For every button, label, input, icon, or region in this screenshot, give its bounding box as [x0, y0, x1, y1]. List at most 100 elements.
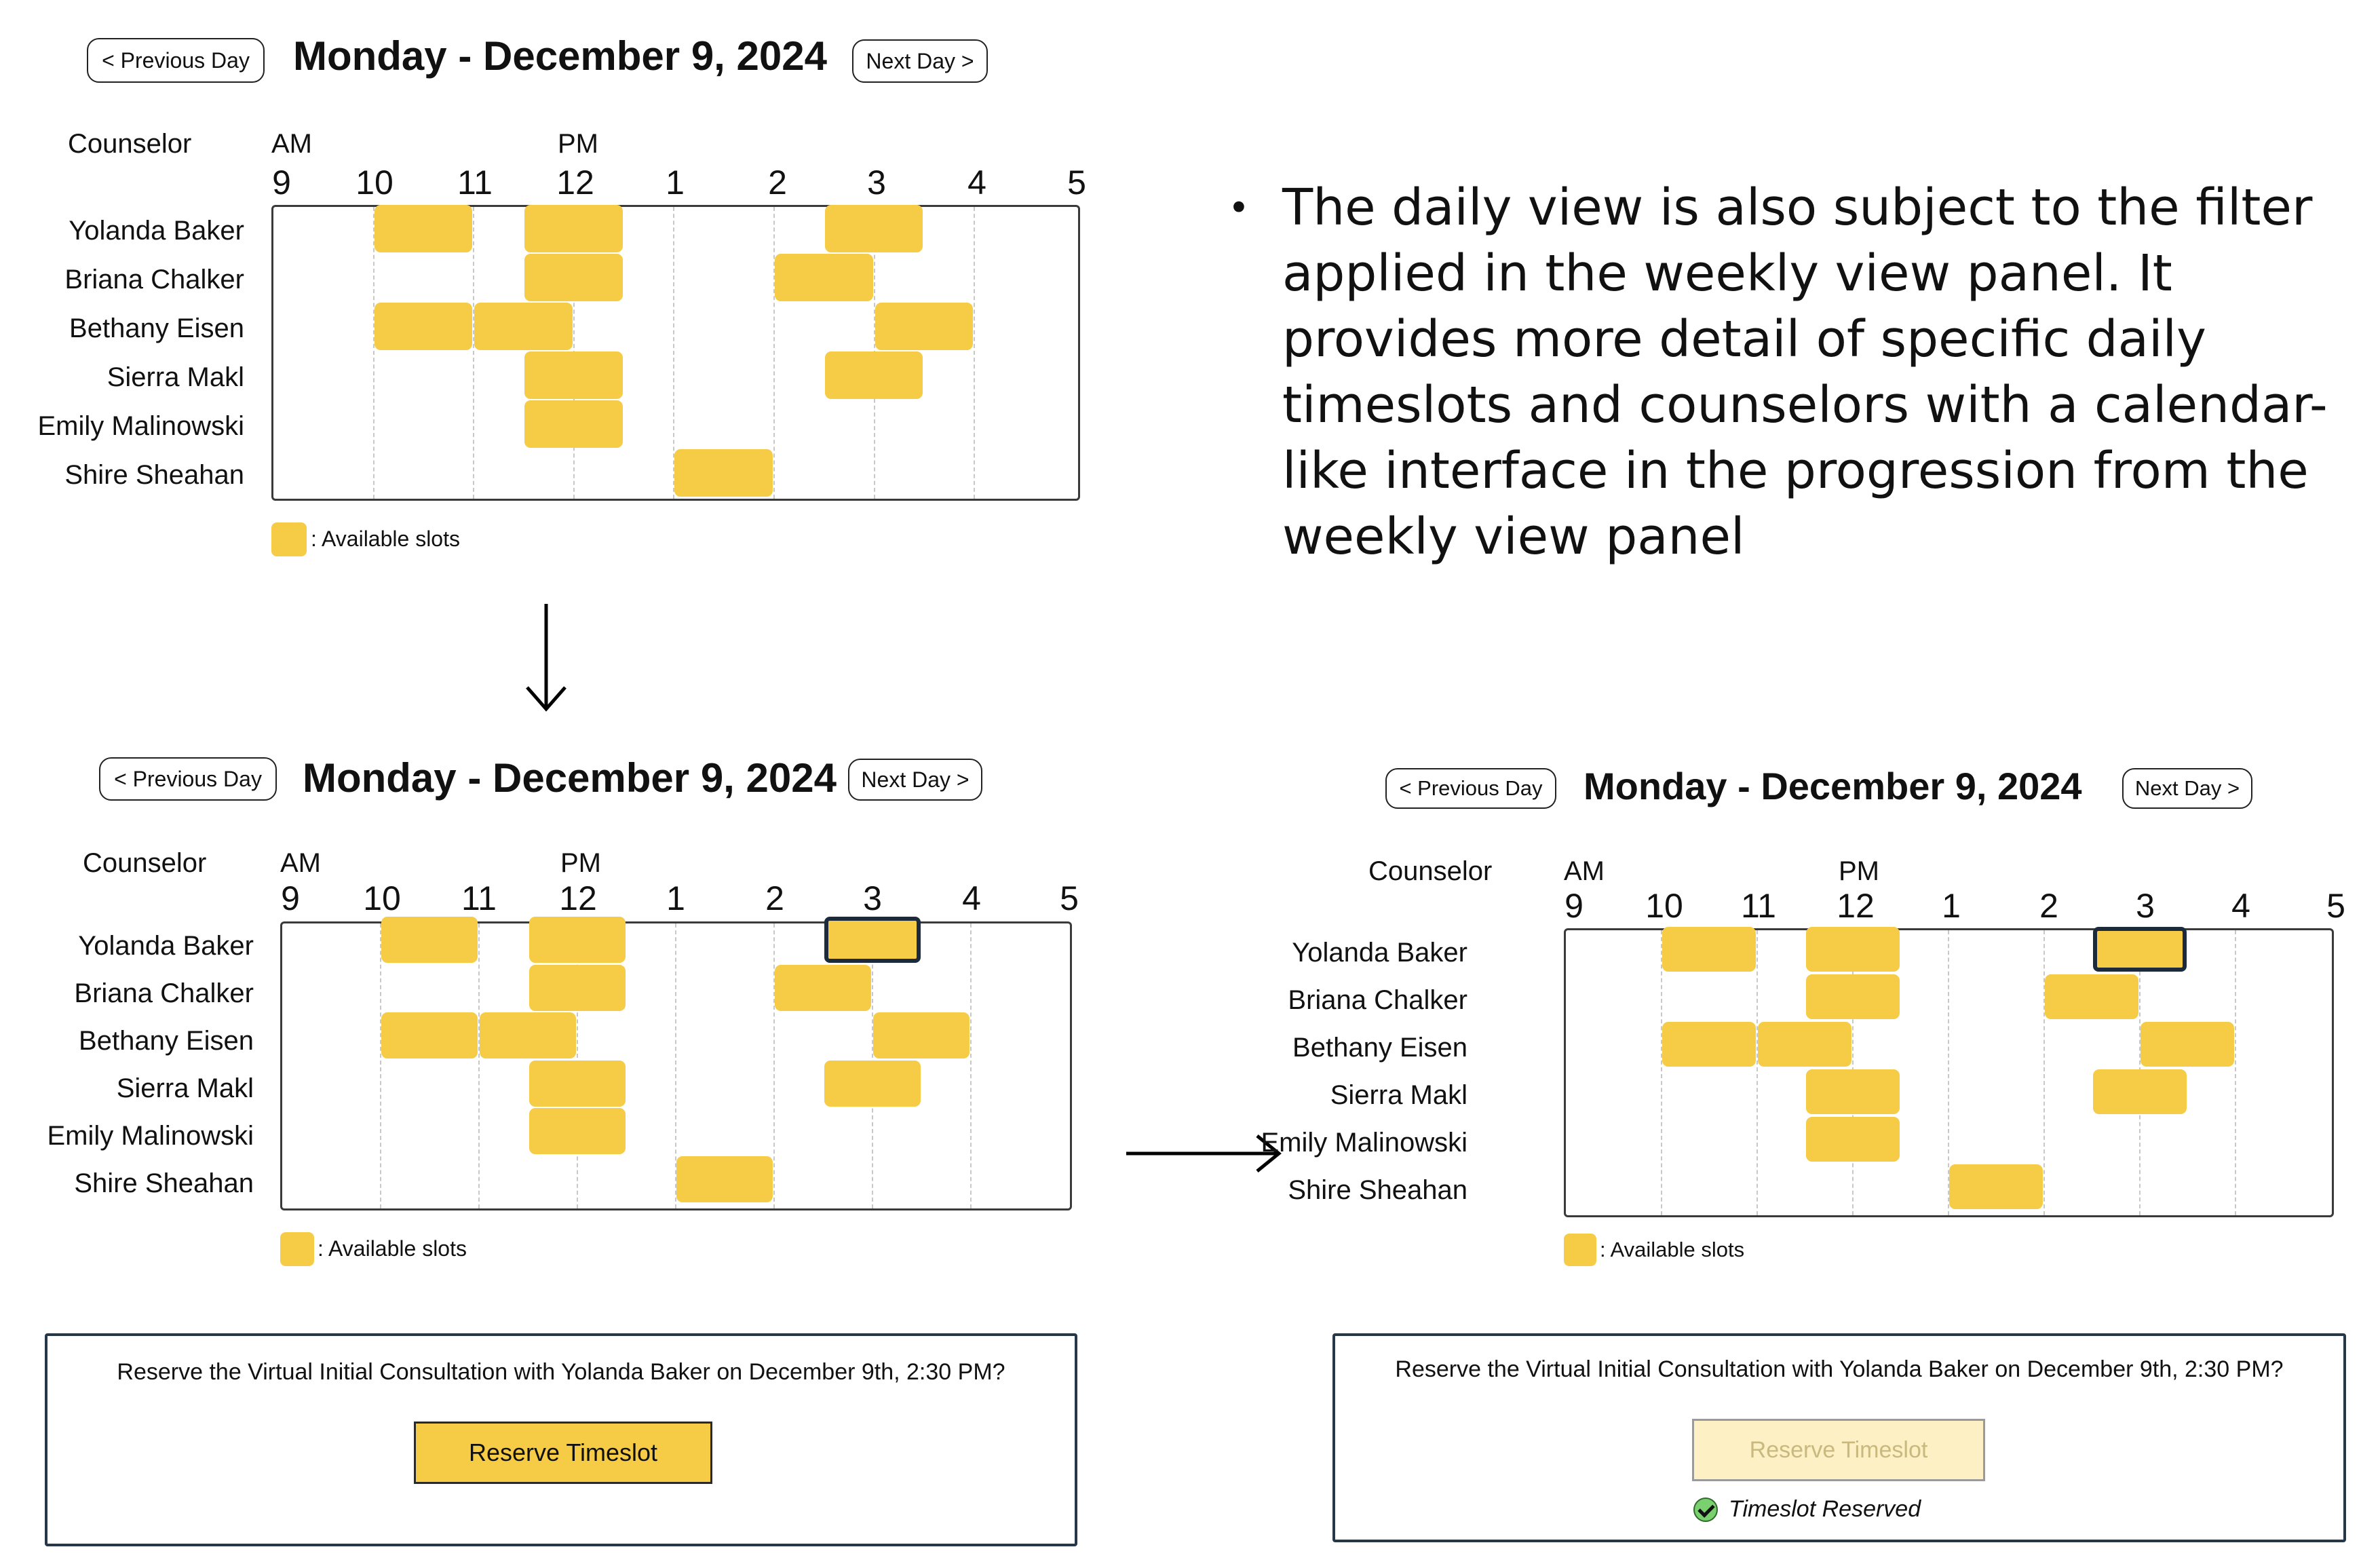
available-slot[interactable]: [529, 964, 626, 1011]
available-slot[interactable]: [524, 400, 623, 448]
description-text: The daily view is also subject to the fi…: [1282, 178, 2328, 566]
available-slot[interactable]: [875, 303, 974, 350]
available-slot[interactable]: [381, 917, 478, 963]
available-slot[interactable]: [676, 1156, 773, 1202]
available-slot[interactable]: [529, 1060, 626, 1107]
available-slot[interactable]: [1805, 974, 1900, 1019]
available-slot[interactable]: [824, 1060, 921, 1107]
available-slot[interactable]: [873, 1012, 970, 1058]
hour-label: 2: [2039, 887, 2058, 925]
hour-gridline: [478, 923, 480, 1208]
legend-swatch: [280, 1232, 314, 1266]
available-slot[interactable]: [2045, 974, 2138, 1019]
next-day-button[interactable]: Next Day >: [848, 759, 982, 801]
counselor-header: Counselor: [1368, 856, 1493, 886]
available-slot[interactable]: [775, 254, 873, 301]
available-slot[interactable]: [1662, 1022, 1756, 1067]
hour-gridline: [773, 207, 775, 499]
available-slot[interactable]: [524, 205, 623, 252]
available-slot[interactable]: [2092, 1069, 2187, 1114]
reserved-status: Timeslot Reserved: [1693, 1496, 1921, 1523]
legend-label: : Available slots: [1600, 1238, 1745, 1261]
hour-label: 11: [1741, 887, 1776, 925]
counselor-name: Emily Malinowski: [47, 1121, 254, 1151]
available-slot[interactable]: [2141, 1022, 2234, 1067]
next-day-button[interactable]: Next Day >: [2122, 768, 2252, 809]
counselor-name: Yolanda Baker: [69, 216, 244, 246]
hour-label: 1: [666, 164, 685, 202]
previous-day-button[interactable]: < Previous Day: [1385, 768, 1556, 809]
hour-label: 5: [2326, 887, 2345, 925]
daily-view-panel-selected: < Previous Day Monday - December 9, 2024…: [0, 733, 1153, 1564]
pm-label: PM: [558, 129, 598, 159]
available-slot[interactable]: [1805, 1069, 1900, 1114]
hour-label: 12: [559, 879, 597, 917]
hour-label: 2: [765, 879, 784, 917]
selected-slot[interactable]: [2092, 927, 2187, 972]
hour-gridline: [1757, 930, 1758, 1215]
available-slot[interactable]: [474, 303, 573, 350]
counselor-name: Emily Malinowski: [1261, 1128, 1468, 1158]
hour-label: 5: [1067, 164, 1086, 202]
hour-gridline: [2043, 930, 2045, 1215]
available-slot[interactable]: [674, 449, 773, 497]
hour-label: 1: [666, 879, 685, 917]
available-slot[interactable]: [374, 303, 473, 350]
date-title: Monday - December 9, 2024: [1584, 765, 2082, 807]
reserved-label: Timeslot Reserved: [1729, 1496, 1921, 1522]
reserve-timeslot-button[interactable]: Reserve Timeslot: [414, 1422, 712, 1484]
reservation-dialog: Reserve the Virtual Initial Consultation…: [1332, 1333, 2346, 1542]
hour-label: 10: [363, 879, 401, 917]
counselor-name: Shire Sheahan: [74, 1168, 254, 1198]
previous-day-button[interactable]: < Previous Day: [87, 38, 265, 83]
hour-gridline: [773, 923, 775, 1208]
reservation-dialog: Reserve the Virtual Initial Consultation…: [45, 1333, 1077, 1546]
available-slot[interactable]: [1758, 1022, 1851, 1067]
date-title: Monday - December 9, 2024: [293, 33, 828, 79]
down-arrow-icon: [526, 604, 567, 712]
counselor-name: Shire Sheahan: [64, 460, 244, 490]
available-slot[interactable]: [381, 1012, 478, 1058]
available-slot[interactable]: [1949, 1164, 2043, 1209]
available-slot[interactable]: [529, 1108, 626, 1154]
available-slot[interactable]: [529, 917, 626, 963]
counselor-name: Sierra Makl: [107, 362, 244, 392]
hour-label: 11: [457, 164, 493, 202]
counselor-name: Briana Chalker: [64, 265, 244, 294]
counselor-name: Bethany Eisen: [69, 313, 244, 343]
available-slot[interactable]: [775, 964, 871, 1011]
available-slot[interactable]: [480, 1012, 576, 1058]
pm-label: PM: [1839, 856, 1879, 886]
hour-label: 4: [967, 164, 986, 202]
next-day-button[interactable]: Next Day >: [852, 39, 988, 83]
available-slot[interactable]: [524, 254, 623, 301]
reserve-timeslot-button-disabled[interactable]: Reserve Timeslot: [1692, 1419, 1985, 1481]
date-title: Monday - December 9, 2024: [303, 755, 837, 801]
previous-day-button[interactable]: < Previous Day: [99, 757, 277, 801]
daily-view-panel-reserved: < Previous Day Monday - December 9, 2024…: [1261, 733, 2380, 1564]
hour-label: 12: [1837, 887, 1875, 925]
schedule-grid: [1564, 927, 2334, 1217]
hour-label: 11: [461, 879, 497, 917]
hour-label: 4: [2231, 887, 2250, 925]
available-slot[interactable]: [1805, 1117, 1900, 1162]
counselor-name: Sierra Makl: [116, 1073, 254, 1103]
hour-label: 9: [281, 879, 300, 917]
counselor-name: Shire Sheahan: [1288, 1175, 1467, 1205]
selected-slot[interactable]: [824, 917, 921, 963]
available-slot[interactable]: [1805, 927, 1900, 972]
reservation-question: Reserve the Virtual Initial Consultation…: [117, 1359, 1005, 1385]
hour-label: 5: [1060, 879, 1079, 917]
hour-label: 4: [962, 879, 981, 917]
counselor-name: Emily Malinowski: [37, 411, 245, 441]
available-slot[interactable]: [1662, 927, 1756, 972]
counselor-name: Bethany Eisen: [79, 1026, 254, 1056]
counselor-name: Sierra Makl: [1330, 1080, 1467, 1110]
available-slot[interactable]: [824, 351, 923, 399]
available-slot[interactable]: [524, 351, 623, 399]
hour-label: 12: [556, 164, 594, 202]
legend-label: : Available slots: [318, 1236, 467, 1261]
available-slot[interactable]: [374, 205, 473, 252]
available-slot[interactable]: [824, 205, 923, 252]
hour-label: 1: [1942, 887, 1961, 925]
